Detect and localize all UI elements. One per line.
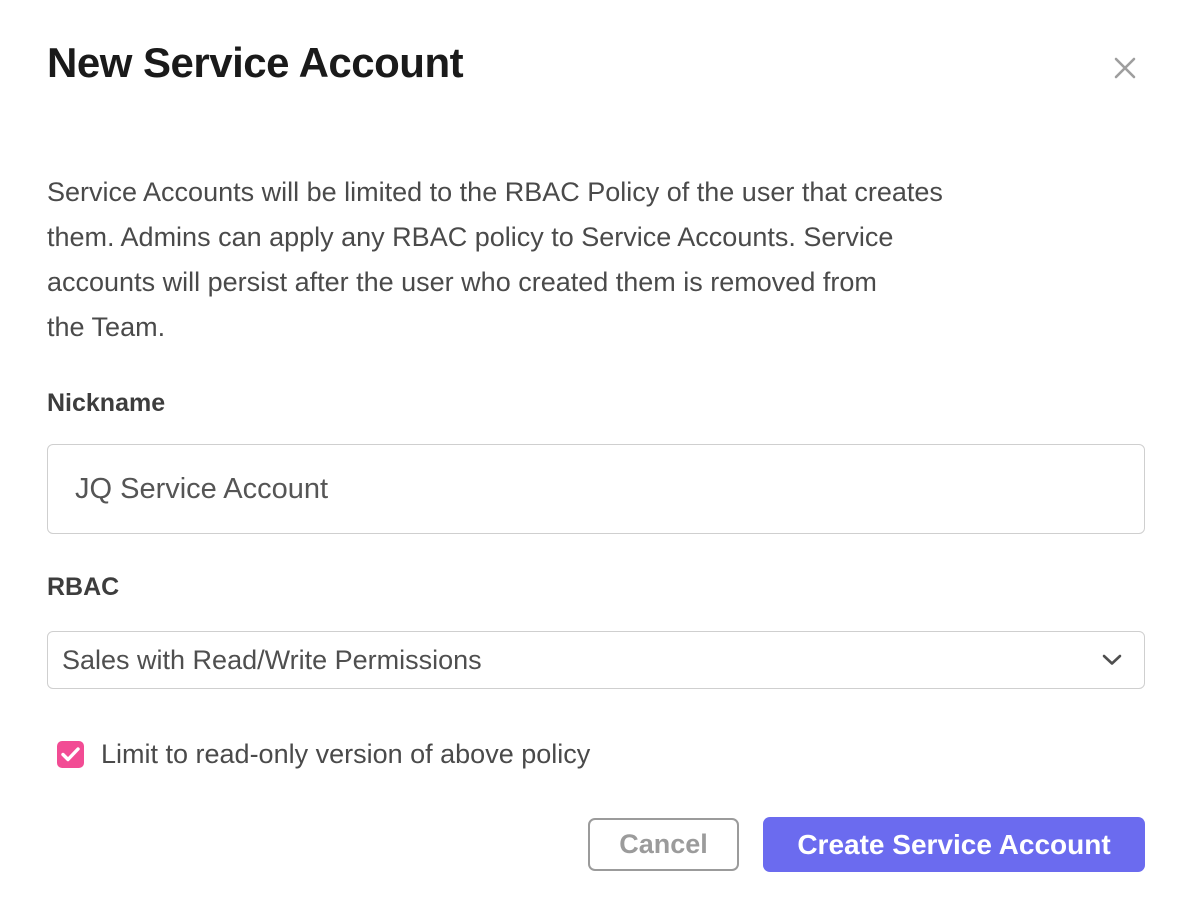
chevron-down-icon	[1100, 652, 1124, 668]
close-icon	[1110, 53, 1140, 83]
nickname-label: Nickname	[47, 388, 1145, 418]
read-only-checkbox[interactable]	[57, 741, 84, 768]
rbac-select[interactable]: Sales with Read/Write Permissions	[47, 631, 1145, 689]
read-only-checkbox-label: Limit to read-only version of above poli…	[101, 739, 590, 770]
rbac-selected-value: Sales with Read/Write Permissions	[62, 645, 482, 676]
cancel-button[interactable]: Cancel	[588, 818, 739, 871]
rbac-label: RBAC	[47, 572, 1145, 602]
close-button[interactable]	[1105, 48, 1145, 88]
new-service-account-modal: New Service Account Service Accounts wil…	[0, 0, 1190, 904]
create-service-account-button[interactable]: Create Service Account	[763, 817, 1145, 872]
modal-description: Service Accounts will be limited to the …	[47, 170, 1145, 350]
modal-title: New Service Account	[47, 38, 1145, 88]
read-only-checkbox-row: Limit to read-only version of above poli…	[47, 739, 1145, 770]
modal-header: New Service Account	[47, 38, 1145, 88]
nickname-input[interactable]	[47, 444, 1145, 534]
modal-actions: Cancel Create Service Account	[47, 817, 1145, 872]
checkmark-icon	[61, 747, 80, 762]
